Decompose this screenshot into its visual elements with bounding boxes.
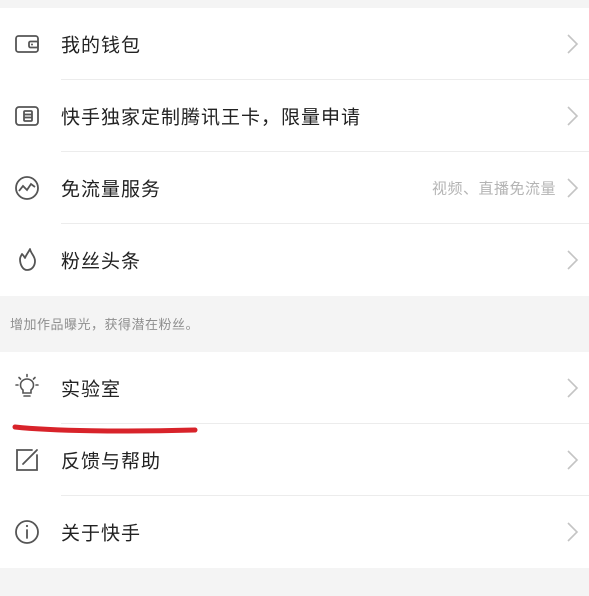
wallet-icon bbox=[12, 29, 42, 59]
chevron-right-icon bbox=[565, 377, 579, 399]
data-wave-icon bbox=[12, 173, 42, 203]
menu-item-fans-headline[interactable]: 粉丝头条 bbox=[0, 224, 589, 296]
chevron-right-icon bbox=[565, 249, 579, 271]
info-icon bbox=[12, 517, 42, 547]
menu-item-tencent-king-card[interactable]: 快手独家定制腾讯王卡，限量申请 bbox=[0, 80, 589, 152]
chevron-right-icon bbox=[565, 33, 579, 55]
sim-card-icon bbox=[12, 101, 42, 131]
lightbulb-icon bbox=[12, 373, 42, 403]
menu-item-label: 实验室 bbox=[61, 378, 122, 401]
menu-item-label: 粉丝头条 bbox=[61, 250, 142, 273]
chevron-right-icon bbox=[565, 105, 579, 127]
menu-item-lab[interactable]: 实验室 bbox=[0, 352, 589, 424]
bottom-spacer bbox=[0, 568, 589, 590]
menu-item-label: 免流量服务 bbox=[61, 178, 162, 201]
flame-icon bbox=[12, 245, 42, 275]
menu-item-hint: 视频、直播免流量 bbox=[431, 179, 556, 198]
menu-item-label: 关于快手 bbox=[61, 522, 142, 545]
menu-item-label: 我的钱包 bbox=[61, 34, 142, 57]
section-note-text: 增加作品曝光，获得潜在粉丝。 bbox=[10, 318, 200, 333]
red-underline-annotation bbox=[12, 421, 198, 435]
top-spacer bbox=[0, 0, 589, 8]
chevron-right-icon bbox=[565, 177, 579, 199]
menu-item-label: 快手独家定制腾讯王卡，限量申请 bbox=[61, 106, 362, 129]
chevron-right-icon bbox=[565, 449, 579, 471]
section-note: 增加作品曝光，获得潜在粉丝。 bbox=[0, 296, 589, 352]
edit-icon bbox=[12, 445, 42, 475]
menu-item-label: 反馈与帮助 bbox=[61, 450, 162, 473]
menu-group-account: 我的钱包 快手独家定制腾讯王卡，限量申请 免流量服务 视频、直播免流量 粉丝头条 bbox=[0, 8, 589, 296]
menu-item-about[interactable]: 关于快手 bbox=[0, 496, 589, 568]
menu-item-free-data-service[interactable]: 免流量服务 视频、直播免流量 bbox=[0, 152, 589, 224]
menu-item-wallet[interactable]: 我的钱包 bbox=[0, 8, 589, 80]
chevron-right-icon bbox=[565, 521, 579, 543]
menu-group-misc: 实验室 反馈与帮助 关于快手 bbox=[0, 352, 589, 568]
